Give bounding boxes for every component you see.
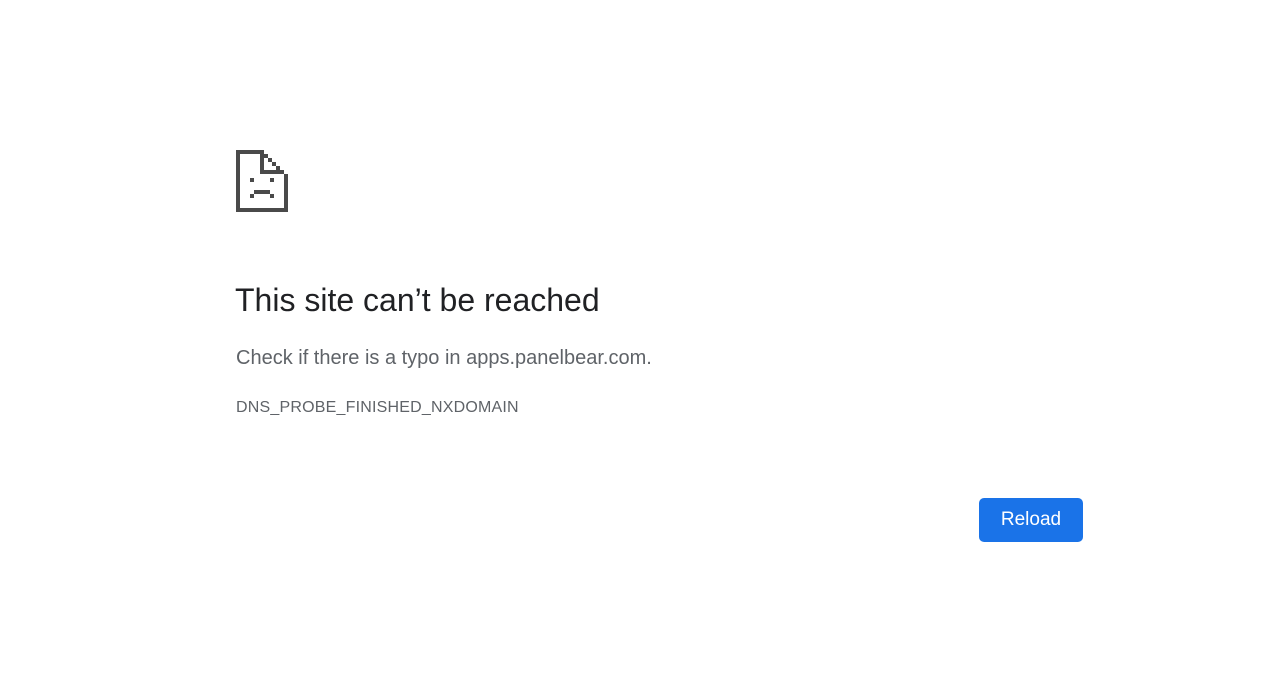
reload-button[interactable]: Reload [979,498,1083,542]
sad-page-icon [236,150,288,212]
error-suggestion: Check if there is a typo in apps.panelbe… [236,347,652,369]
error-code: DNS_PROBE_FINISHED_NXDOMAIN [236,399,519,416]
error-page: This site can’t be reached Check if ther… [0,0,1280,684]
page-title: This site can’t be reached [235,282,600,318]
